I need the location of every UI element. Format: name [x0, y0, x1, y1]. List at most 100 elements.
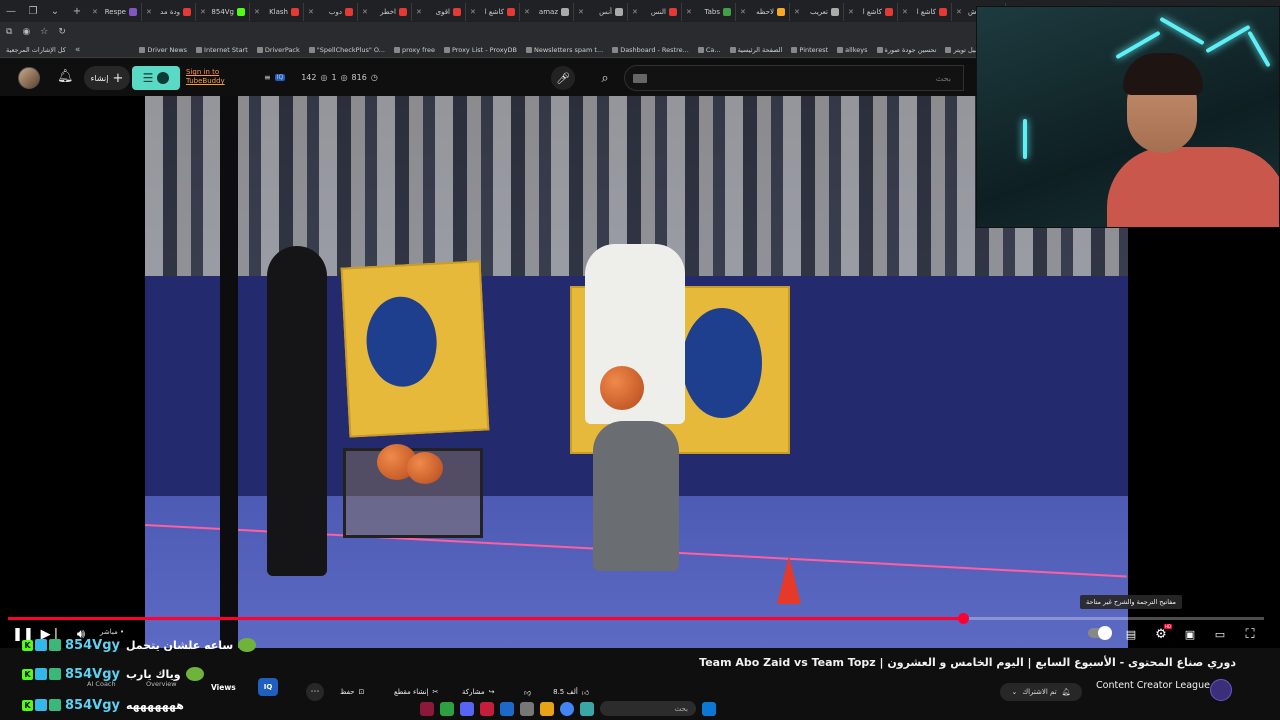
folder-icon[interactable] [540, 701, 554, 716]
browser-tab[interactable]: لاحظه ✕ [736, 3, 790, 21]
browser-tab[interactable]: كاشع ا ✕ [898, 3, 952, 21]
bookmark-item[interactable]: Newsletters spam t... [525, 46, 603, 54]
search-input[interactable] [651, 71, 951, 85]
tab-favicon-icon [507, 8, 515, 16]
discord-icon[interactable] [460, 701, 474, 716]
autoplay-toggle[interactable] [1088, 626, 1112, 640]
eye-icon: ◎ [340, 73, 348, 82]
reload-icon[interactable]: ↻ [58, 27, 66, 37]
extensions-icon[interactable]: ⧉ [6, 27, 12, 37]
tubebuddy-menu-button[interactable]: ☰ [132, 66, 180, 90]
miniplayer-icon[interactable]: ▣ [1181, 625, 1199, 643]
bookmark-item[interactable]: "SpellCheckPlus" O... [308, 46, 385, 54]
bookmark-item[interactable]: allkeys [837, 46, 868, 54]
taskbar-search[interactable]: بحث [600, 701, 696, 716]
bookmark-item[interactable]: DriverPack [256, 46, 300, 54]
fullscreen-icon[interactable]: ⛶ [1241, 625, 1259, 643]
bookmark-item[interactable]: Ca... [697, 46, 721, 54]
theater-mode-icon[interactable]: ▭ [1211, 625, 1229, 643]
more-options-icon[interactable]: ⋯ [306, 683, 324, 701]
browser-tab[interactable]: Klash ✕ [250, 3, 304, 21]
account-avatar[interactable] [18, 67, 40, 89]
browser-tab[interactable]: amaz ✕ [520, 3, 574, 21]
bookmark-item[interactable]: proxy free [393, 46, 435, 54]
close-tab-icon[interactable]: ✕ [902, 8, 908, 16]
browser-tab[interactable]: Tabs ✕ [682, 3, 736, 21]
close-tab-icon[interactable]: ✕ [524, 8, 530, 16]
captions-icon[interactable]: ▤ [1122, 625, 1140, 643]
close-tab-icon[interactable]: ✕ [308, 8, 314, 16]
restore-icon[interactable]: ❐ [22, 0, 44, 22]
chrome-icon[interactable] [560, 701, 574, 716]
close-tab-icon[interactable]: ✕ [740, 8, 746, 16]
browser-tab[interactable]: كاشع ا ✕ [466, 3, 520, 21]
close-tab-icon[interactable]: ✕ [848, 8, 854, 16]
tab-search-icon[interactable]: ⌄ [44, 0, 66, 22]
notifications-bell-icon[interactable]: 🔔︎ [57, 69, 74, 84]
like-icon[interactable]: 👍︎ [582, 688, 589, 697]
create-button[interactable]: إنشاء + [84, 66, 130, 90]
browser-tab[interactable]: دوب ✕ [304, 3, 358, 21]
browser-tab[interactable]: أنس ✕ [574, 3, 628, 21]
settings-icon[interactable] [520, 701, 534, 716]
progress-bar[interactable] [8, 613, 1264, 624]
browser-tab[interactable]: النس ✕ [628, 3, 682, 21]
search-icon[interactable]: ⌕ [590, 66, 620, 90]
minimize-icon[interactable]: — [0, 0, 22, 22]
tubebuddy-name: TubeBuddy [186, 77, 225, 85]
app-icon[interactable] [500, 701, 514, 716]
browser-tab[interactable]: ودة مد ✕ [142, 3, 196, 21]
app-icon[interactable] [580, 701, 594, 716]
close-tab-icon[interactable]: ✕ [956, 8, 962, 16]
tab-views[interactable]: Views [211, 683, 236, 692]
bookmark-item[interactable]: Driver News [139, 46, 187, 54]
bookmark-item[interactable]: Dashboard - Restre... [612, 46, 689, 54]
new-tab-icon[interactable]: + [66, 0, 88, 22]
bookmark-item[interactable]: Pinterest [791, 46, 828, 54]
voice-search-icon[interactable]: 🎤︎ [551, 66, 575, 90]
browser-tab[interactable]: 854Vg ✕ [196, 3, 250, 21]
close-tab-icon[interactable]: ✕ [254, 8, 260, 16]
save-label: حفظ [340, 688, 355, 696]
close-tab-icon[interactable]: ✕ [362, 8, 368, 16]
app-icon[interactable] [420, 701, 434, 716]
browser-tab[interactable]: كاشع ا ✕ [844, 3, 898, 21]
close-tab-icon[interactable]: ✕ [578, 8, 584, 16]
browser-tab[interactable]: Respe ✕ [88, 3, 142, 21]
bookmark-item[interactable]: تحسين جودة صورة [876, 46, 936, 54]
bookmark-item[interactable]: الصفحة الرئيسية [729, 46, 782, 54]
close-tab-icon[interactable]: ✕ [470, 8, 476, 16]
close-tab-icon[interactable]: ✕ [146, 8, 152, 16]
keyboard-icon[interactable] [633, 74, 647, 83]
chat-username: 854Vgy [65, 666, 120, 682]
close-tab-icon[interactable]: ✕ [632, 8, 638, 16]
bookmark-item[interactable]: كل الإشارات المرجعية [6, 46, 66, 54]
bookmark-item[interactable]: تحميل تويتر [945, 46, 976, 54]
save-button[interactable]: حفظ ⊡ [340, 683, 364, 701]
close-tab-icon[interactable]: ✕ [686, 8, 692, 16]
close-tab-icon[interactable]: ✕ [92, 8, 98, 16]
play-badge-icon [35, 699, 47, 711]
search-box [624, 65, 964, 91]
browser-tab[interactable]: تعريب ✕ [790, 3, 844, 21]
channel-avatar[interactable] [1210, 679, 1232, 701]
close-tab-icon[interactable]: ✕ [416, 8, 422, 16]
tubebuddy-sign-in-link[interactable]: Sign in to TubeBuddy [186, 68, 225, 86]
channel-name[interactable]: Content Creator League [1096, 680, 1210, 691]
star-icon[interactable]: ☆ [40, 27, 48, 37]
profile-icon[interactable]: ◉ [22, 27, 30, 37]
bookmark-item[interactable]: Internet Start [196, 46, 248, 54]
tubebuddy-iq-button[interactable]: IQ [258, 678, 278, 696]
windows-start-icon[interactable] [702, 701, 716, 716]
close-tab-icon[interactable]: ✕ [200, 8, 206, 16]
browser-tab[interactable]: اخطر ✕ [358, 3, 412, 21]
app-icon[interactable] [480, 701, 494, 716]
dislike-icon[interactable]: 👎︎ [524, 688, 531, 697]
browser-tab[interactable]: اقوى ✕ [412, 3, 466, 21]
bookmark-item[interactable]: Proxy List - ProxyDB [443, 46, 517, 54]
chevron-icon[interactable]: « [75, 45, 81, 55]
app-icon[interactable] [440, 701, 454, 716]
close-tab-icon[interactable]: ✕ [794, 8, 800, 16]
scrubber-handle[interactable] [957, 613, 969, 624]
subscribed-button[interactable]: ⌄ تم الاشتراك 🔔︎ [1000, 683, 1082, 701]
